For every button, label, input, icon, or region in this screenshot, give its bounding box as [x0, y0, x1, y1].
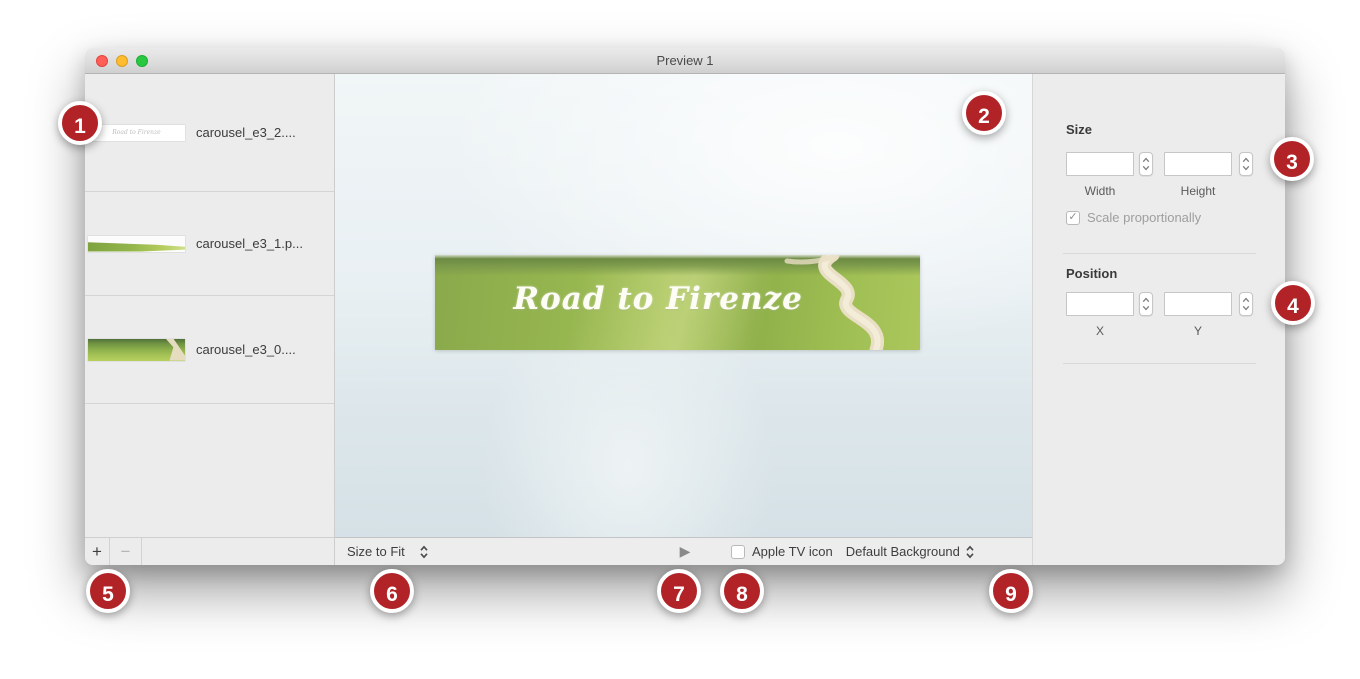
height-stepper[interactable]	[1239, 152, 1253, 176]
divider	[1063, 363, 1256, 364]
size-heading: Size	[1066, 122, 1092, 137]
inspector-panel: Size Width Height ✓ S	[1032, 74, 1285, 565]
banner-title-text: Road to Firenze	[513, 281, 803, 317]
list-item-layer-2[interactable]: Road to Firenze carousel_e3_2....	[85, 74, 334, 192]
stepper-arrows-icon	[1140, 293, 1152, 315]
apple-tv-icon-label: Apple TV icon	[752, 544, 833, 559]
position-x-input[interactable]	[1066, 292, 1134, 316]
annotation-badge-9: 9	[989, 569, 1033, 613]
width-input[interactable]	[1066, 152, 1134, 176]
position-y-stepper[interactable]	[1239, 292, 1253, 316]
position-x-stepper[interactable]	[1139, 292, 1153, 316]
layer-filename: carousel_e3_0....	[196, 342, 296, 357]
annotation-badge-3: 3	[1270, 137, 1314, 181]
sidebar-footer: + −	[85, 537, 334, 565]
position-y-label: Y	[1164, 324, 1232, 338]
remove-layer-button[interactable]: −	[110, 538, 142, 565]
layer-thumbnail-background	[88, 339, 185, 361]
preview-toolbar: Size to Fit ▶ ✓ Apple TV icon Default	[335, 537, 1032, 565]
play-icon: ▶	[680, 543, 691, 560]
chevron-up-down-icon	[419, 544, 429, 560]
position-y-input[interactable]	[1164, 292, 1232, 316]
zoom-level-value: Size to Fit	[347, 544, 405, 559]
parallax-banner-layer[interactable]: Road to Firenze	[435, 255, 920, 350]
list-item-layer-0[interactable]: carousel_e3_0....	[85, 296, 334, 404]
annotation-badge-2: 2	[962, 91, 1006, 135]
layer-thumbnail-text: Road to Firenze	[88, 125, 185, 141]
position-heading: Position	[1066, 266, 1117, 281]
background-dropdown[interactable]: Default Background	[846, 544, 975, 560]
play-button[interactable]: ▶	[673, 538, 697, 565]
apple-tv-icon-checkbox[interactable]: ✓	[731, 545, 745, 559]
stepper-arrows-icon	[1140, 153, 1152, 175]
annotation-badge-8: 8	[720, 569, 764, 613]
width-label: Width	[1066, 184, 1134, 198]
layer-list: Road to Firenze carousel_e3_2.... carous…	[85, 74, 334, 537]
annotation-badge-5: 5	[86, 569, 130, 613]
stepper-arrows-icon	[1240, 293, 1252, 315]
height-input[interactable]	[1164, 152, 1232, 176]
width-stepper[interactable]	[1139, 152, 1153, 176]
annotation-badge-1: 1	[58, 101, 102, 145]
titlebar: Preview 1	[85, 48, 1285, 74]
annotation-badge-7: 7	[657, 569, 701, 613]
window-title: Preview 1	[85, 53, 1285, 68]
annotation-badge-4: 4	[1271, 281, 1315, 325]
annotation-badge-6: 6	[370, 569, 414, 613]
layer-thumbnail-midground	[88, 236, 185, 252]
layer-filename: carousel_e3_2....	[196, 125, 296, 140]
divider	[1063, 253, 1256, 254]
layer-filename: carousel_e3_1.p...	[196, 236, 303, 251]
preview-window: Preview 1 Road to Firenze carousel_e3_2.…	[85, 48, 1285, 565]
height-label: Height	[1164, 184, 1232, 198]
chevron-up-down-icon	[965, 544, 975, 560]
checkmark-icon: ✓	[1068, 212, 1077, 223]
add-layer-button[interactable]: +	[85, 538, 110, 565]
zoom-level-dropdown[interactable]: Size to Fit	[347, 538, 429, 565]
list-item-layer-1[interactable]: carousel_e3_1.p...	[85, 192, 334, 296]
layers-sidebar: Road to Firenze carousel_e3_2.... carous…	[85, 74, 335, 565]
position-x-label: X	[1066, 324, 1134, 338]
background-dropdown-value: Default Background	[846, 544, 960, 559]
scale-proportionally-label: Scale proportionally	[1087, 210, 1201, 225]
preview-canvas: Road to Firenze	[335, 74, 1032, 537]
scale-proportionally-checkbox[interactable]: ✓	[1066, 211, 1080, 225]
stepper-arrows-icon	[1240, 153, 1252, 175]
